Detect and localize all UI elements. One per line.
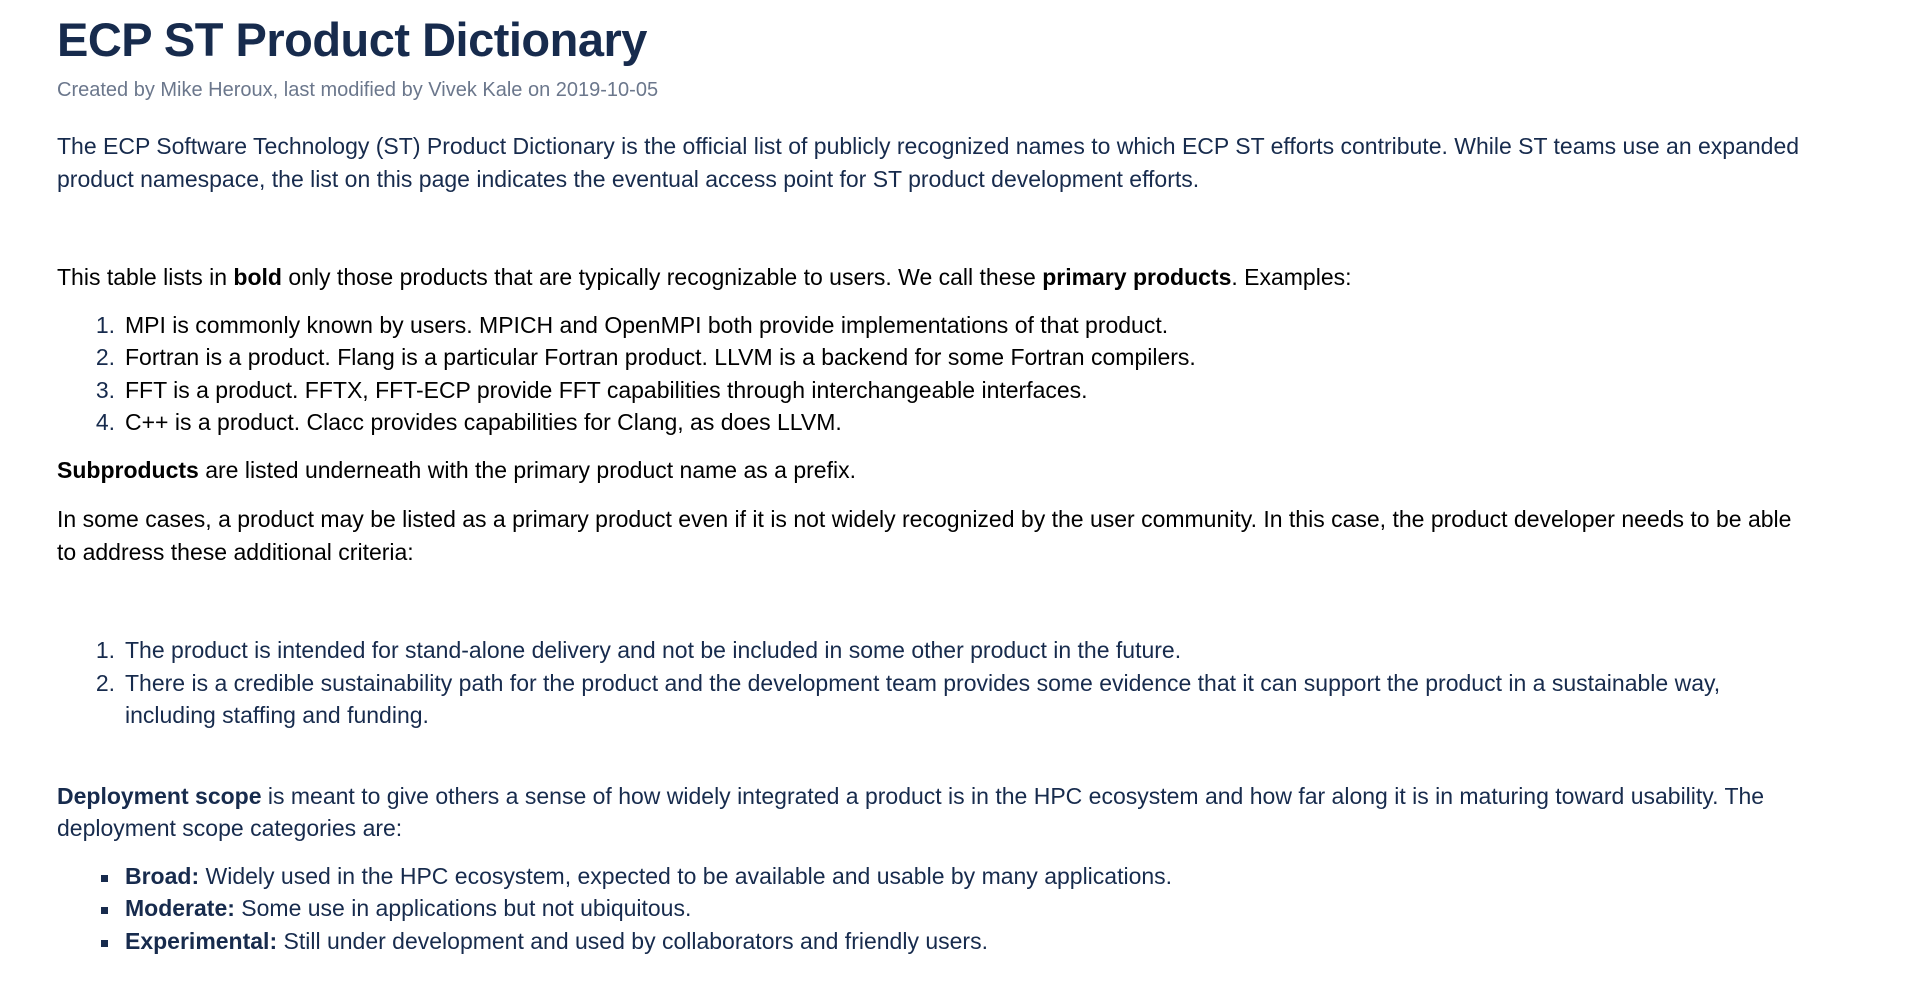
table-text-2: only those products that are typically r…: [281, 264, 1043, 290]
page-content: ECP ST Product Dictionary Created by Mik…: [0, 0, 1906, 957]
subproducts-bold: Subproducts: [57, 456, 199, 483]
page-title: ECP ST Product Dictionary: [57, 13, 647, 66]
list-item: 2. There is a credible sustainability pat…: [57, 667, 1906, 732]
list-item: Experimental: Still under development an…: [57, 925, 1906, 958]
list-item: 1. The product is intended for stand-alon…: [57, 634, 1906, 667]
criteria-list: 1. The product is intended for stand-alon…: [57, 634, 1906, 732]
table-bold-2: primary products: [1042, 264, 1232, 290]
subproducts-text: are listed underneath with the primary p…: [198, 456, 856, 483]
scope-term: Broad:: [125, 862, 200, 889]
list-text-line-2: including staffing and funding.: [125, 702, 429, 728]
list-item: 1. MPI is commonly known by users. MPICH …: [57, 309, 1906, 342]
deployment-bold: Deployment scope: [57, 782, 262, 809]
list-number: 1.: [95, 637, 115, 663]
list-text: The product is intended for stand-alone …: [125, 637, 1182, 663]
scope-text: Widely used in the HPC ecosystem, expect…: [199, 862, 1173, 889]
list-number: 1.: [95, 311, 115, 338]
square-bullet-icon: [101, 939, 108, 947]
page-byline: Created by Mike Heroux, last modified by…: [57, 79, 659, 101]
list-number: 4.: [95, 409, 115, 435]
table-bold-1: bold: [233, 264, 282, 290]
deployment-line-2: deployment scope categories are:: [57, 815, 403, 841]
scope-text: Some use in applications but not ubiquit…: [234, 895, 692, 921]
scope-list: Broad: Widely used in the HPC ecosystem,…: [57, 860, 1906, 958]
intro-line-1: The ECP Software Technology (ST) Product…: [57, 133, 1800, 159]
table-description-paragraph: This table lists in bold only those prod…: [57, 261, 1906, 294]
list-item: Moderate: Some use in applications but n…: [57, 892, 1906, 925]
list-number: 3.: [95, 376, 115, 403]
table-text-1: This table lists in: [57, 264, 234, 290]
intro-line-2: product namespace, the list on this page…: [57, 165, 1200, 192]
intro-paragraph: The ECP Software Technology (ST) Product…: [57, 130, 1906, 195]
cases-paragraph: In some cases, a product may be listed a…: [57, 503, 1906, 568]
list-text-line-1: There is a credible sustainability path …: [125, 669, 1721, 696]
square-bullet-icon: [101, 874, 108, 882]
list-text: C++ is a product. Clacc provides capabil…: [125, 409, 842, 435]
list-number: 2.: [95, 344, 115, 370]
list-item: 3. FFT is a product. FFTX, FFT-ECP provid…: [57, 374, 1906, 407]
list-text: MPI is commonly known by users. MPICH an…: [125, 311, 1169, 338]
square-bullet-icon: [101, 907, 108, 914]
list-item: 2. Fortran is a product. Flang is a parti…: [57, 341, 1906, 374]
deployment-paragraph: Deployment scope is meant to give others…: [57, 780, 1906, 845]
cases-line-2: to address these additional criteria:: [57, 538, 414, 565]
scope-text: Still under development and used by coll…: [277, 927, 988, 954]
list-text: Fortran is a product. Flang is a particu…: [125, 344, 1196, 370]
list-item: Broad: Widely used in the HPC ecosystem,…: [57, 860, 1906, 893]
deployment-line-1: is meant to give others a sense of how w…: [261, 782, 1765, 809]
list-number: 2.: [95, 669, 115, 696]
scope-term: Moderate:: [125, 895, 235, 921]
subproducts-paragraph: Subproducts are listed underneath with t…: [57, 454, 1906, 487]
scope-term: Experimental:: [125, 927, 278, 954]
list-text: FFT is a product. FFTX, FFT-ECP provide …: [125, 376, 1088, 403]
table-text-3: . Examples:: [1231, 264, 1352, 290]
examples-list: 1. MPI is commonly known by users. MPICH …: [57, 309, 1906, 439]
cases-line-1: In some cases, a product may be listed a…: [57, 506, 1792, 532]
list-item: 4. C++ is a product. Clacc provides capab…: [57, 406, 1906, 439]
